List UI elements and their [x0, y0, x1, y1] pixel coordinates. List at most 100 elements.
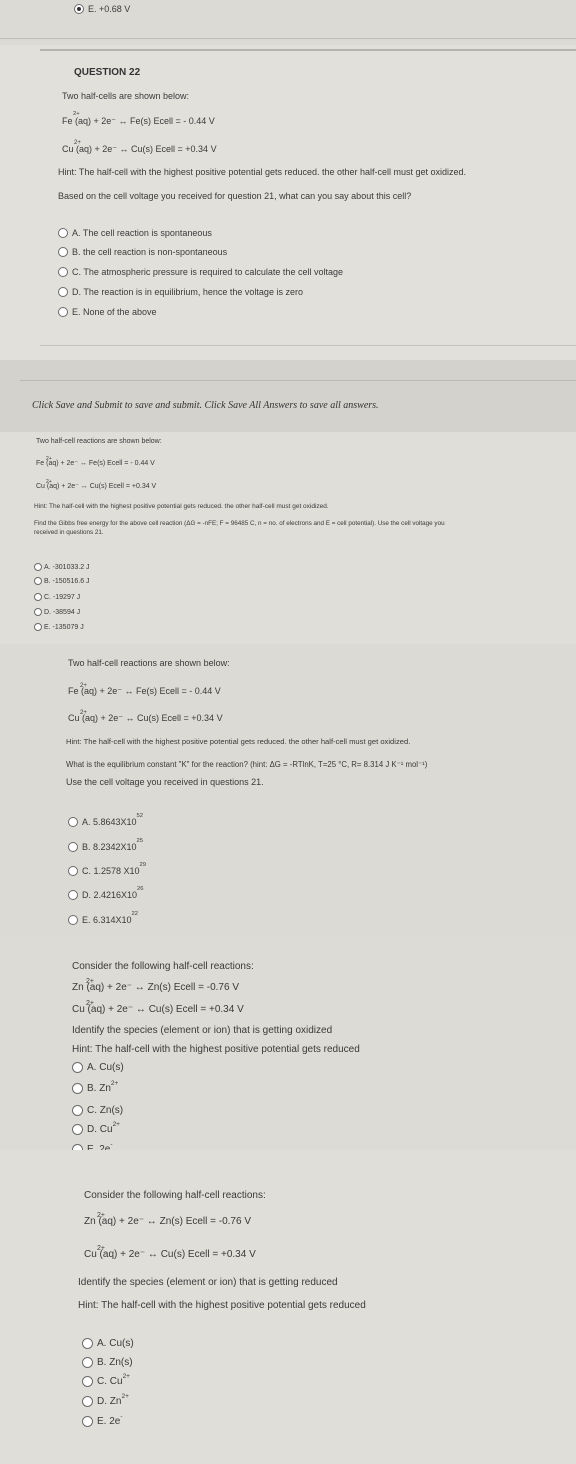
option-e[interactable]: E. None of the above	[58, 307, 157, 317]
radio-icon[interactable]	[58, 247, 68, 257]
footer-rule	[20, 380, 576, 381]
question-heading: QUESTION 22	[74, 67, 141, 78]
radio-icon[interactable]	[58, 267, 68, 277]
option-a[interactable]: A. Cu(s)	[82, 1338, 134, 1349]
superscript: 2+	[110, 1080, 119, 1087]
superscript: 2+	[112, 1121, 120, 1128]
option-c[interactable]: C. 1.2578 X10 29	[68, 862, 146, 876]
question-text: Identify the species (element or ion) th…	[72, 1025, 333, 1036]
option-label: D. -38594 J	[44, 608, 81, 616]
option-label: B. 8.2342X10	[82, 842, 137, 852]
option-a[interactable]: A. 5.8643X10 52	[68, 813, 143, 827]
radio-icon[interactable]	[68, 842, 78, 852]
radio-icon[interactable]	[34, 563, 42, 571]
option-e[interactable]: E. -135079 J	[34, 623, 84, 631]
radio-icon[interactable]	[68, 915, 78, 925]
radio-icon[interactable]	[82, 1338, 93, 1349]
option-e[interactable]: E. 2e-	[82, 1413, 123, 1427]
superscript: 2+	[122, 1373, 130, 1380]
question-text-line2: received in questions 21.	[34, 529, 104, 536]
save-submit-instruction: Click Save and Submit to save and submit…	[32, 400, 379, 411]
option-label: D. 2.4216X10	[82, 890, 138, 900]
radio-icon[interactable]	[58, 287, 68, 297]
radio-icon[interactable]	[68, 817, 78, 827]
option-label: B. -150516.6 J	[44, 577, 90, 585]
option-e-selected[interactable]: E. +0.68 V	[74, 4, 130, 14]
exponent: 25	[136, 838, 144, 844]
radio-icon[interactable]	[72, 1124, 83, 1135]
option-label: D. The reaction is in equilibrium, hence…	[72, 287, 303, 297]
option-c[interactable]: C. The atmospheric pressure is required …	[58, 267, 343, 277]
cu-half-reaction: Cu (aq) + 2e⁻ ↔ Cu(s) Ecell = +0.34 V	[84, 1249, 256, 1260]
radio-selected-icon[interactable]	[74, 4, 84, 14]
cu-half-reaction: Cu (aq) + 2e⁻ ↔ Cu(s) Ecell = +0.34 V	[36, 483, 157, 490]
option-d[interactable]: D. 2.4216X10 26	[68, 886, 144, 900]
submit-footer: Click Save and Submit to save and submit…	[0, 360, 576, 432]
option-c[interactable]: C. Cu 2+	[82, 1373, 130, 1387]
exponent: 22	[131, 911, 139, 917]
reduced-question-panel: Consider the following half-cell reactio…	[0, 1150, 576, 1464]
hint-text: Hint: The half-cell with the highest pos…	[78, 1300, 366, 1311]
radio-icon[interactable]	[34, 577, 42, 585]
option-label: E. None of the above	[72, 307, 157, 317]
option-label: A. -301033.2 J	[44, 563, 90, 571]
oxidized-question-panel: Consider the following half-cell reactio…	[0, 936, 576, 1155]
radio-icon[interactable]	[72, 1105, 83, 1116]
radio-icon[interactable]	[82, 1357, 93, 1368]
cu-half-reaction: Cu (aq) + 2e⁻ ↔ Cu(s) Ecell = +0.34 V	[62, 144, 217, 154]
option-c[interactable]: C. Zn(s)	[72, 1105, 123, 1116]
superscript: 2+	[121, 1393, 129, 1400]
radio-icon[interactable]	[82, 1396, 93, 1407]
radio-icon[interactable]	[82, 1376, 93, 1387]
option-label: A. Cu(s)	[87, 1062, 124, 1073]
option-b[interactable]: B. -150516.6 J	[34, 577, 90, 585]
question-text-line2: Use the cell voltage you received in que…	[66, 777, 264, 787]
radio-icon[interactable]	[34, 608, 42, 616]
option-label: C. 1.2578 X10	[82, 866, 140, 876]
option-c[interactable]: C. -19297 J	[34, 593, 80, 601]
radio-icon[interactable]	[72, 1062, 83, 1073]
option-label: C. Zn(s)	[87, 1105, 124, 1116]
cu-half-reaction: Cu (aq) + 2e⁻ ↔ Cu(s) Ecell = +0.34 V	[68, 713, 223, 723]
question-22-panel: QUESTION 22 Two half-cells are shown bel…	[0, 45, 576, 360]
option-e[interactable]: E. 6.314X10 22	[68, 911, 138, 925]
option-b[interactable]: B. the cell reaction is non-spontaneous	[58, 247, 227, 257]
radio-icon[interactable]	[82, 1416, 93, 1427]
hint-text: Hint: The half-cell with the highest pos…	[34, 503, 329, 510]
previous-question-strip: E. +0.68 V	[0, 0, 576, 45]
hint-text: Hint: The half-cell with the highest pos…	[72, 1044, 360, 1055]
question-text: Identify the species (element or ion) th…	[78, 1277, 338, 1288]
option-a[interactable]: A. Cu(s)	[72, 1062, 124, 1073]
fe-half-reaction: Fe (aq) + 2e⁻ ↔ Fe(s) Ecell = - 0.44 V	[68, 686, 221, 696]
cu-half-reaction: Cu (aq) + 2e⁻ ↔ Cu(s) Ecell = +0.34 V	[72, 1004, 244, 1015]
radio-icon[interactable]	[34, 593, 42, 601]
radio-icon[interactable]	[58, 307, 68, 317]
option-b[interactable]: B. Zn 2+	[72, 1080, 119, 1094]
radio-icon[interactable]	[34, 623, 42, 631]
k-question-panel: Two half-cell reactions are shown below:…	[0, 644, 576, 936]
option-d[interactable]: D. Zn 2+	[82, 1393, 129, 1407]
option-b[interactable]: B. 8.2342X10 25	[68, 838, 143, 852]
option-b[interactable]: B. Zn(s)	[82, 1357, 133, 1368]
option-d[interactable]: D. The reaction is in equilibrium, hence…	[58, 287, 303, 297]
option-label: E. 6.314X10	[82, 915, 132, 925]
fe-half-reaction: Fe (aq) + 2e⁻ ↔ Fe(s) Ecell = - 0.44 V	[36, 460, 155, 467]
hint-text: Hint: The half-cell with the highest pos…	[66, 737, 411, 746]
option-label: A. The cell reaction is spontaneous	[72, 228, 212, 238]
radio-icon[interactable]	[68, 890, 78, 900]
option-a[interactable]: A. -301033.2 J	[34, 563, 90, 571]
question-text-line1: Find the Gibbs free energy for the above…	[34, 520, 445, 527]
option-label: E. +0.68 V	[88, 4, 131, 14]
option-label: C. The atmospheric pressure is required …	[72, 267, 343, 277]
option-d[interactable]: D. -38594 J	[34, 608, 80, 616]
radio-icon[interactable]	[68, 866, 78, 876]
option-d[interactable]: D. Cu 2+	[72, 1121, 120, 1135]
question-intro: Consider the following half-cell reactio…	[84, 1190, 266, 1201]
radio-icon[interactable]	[58, 228, 68, 238]
option-label: B. the cell reaction is non-spontaneous	[72, 247, 228, 257]
option-label: D. Cu	[87, 1124, 113, 1135]
question-intro: Consider the following half-cell reactio…	[72, 961, 254, 972]
option-a[interactable]: A. The cell reaction is spontaneous	[58, 228, 212, 238]
radio-icon[interactable]	[72, 1083, 83, 1094]
option-label: D. Zn	[97, 1396, 122, 1407]
